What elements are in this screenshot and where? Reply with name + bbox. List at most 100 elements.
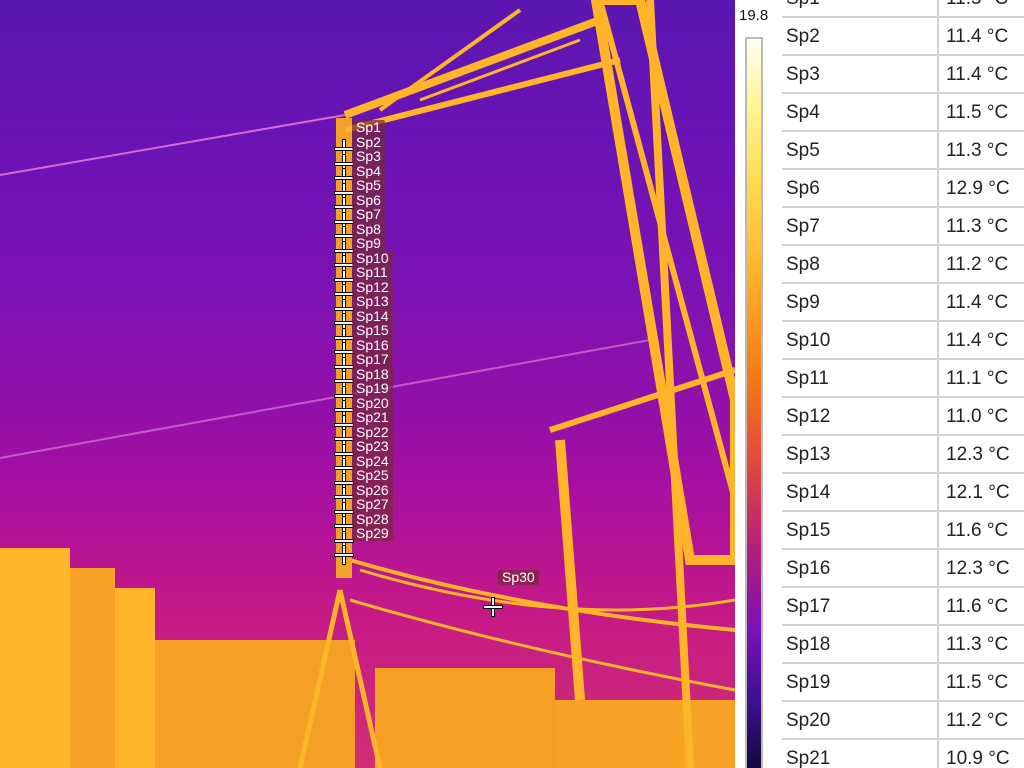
table-row[interactable]: Sp4 11.5 °C bbox=[782, 94, 1024, 132]
spot-temperature: 11.4 °C bbox=[946, 292, 1009, 313]
column-divider bbox=[937, 132, 939, 170]
spot-temperature: 11.4 °C bbox=[946, 26, 1009, 47]
table-row[interactable]: Sp19 11.5 °C bbox=[782, 664, 1024, 702]
spot-name: Sp8 bbox=[786, 254, 820, 275]
table-row[interactable]: Sp11 11.1 °C bbox=[782, 360, 1024, 398]
column-divider bbox=[937, 322, 939, 360]
column-divider bbox=[937, 588, 939, 626]
spot-temperature: 12.3 °C bbox=[946, 444, 1010, 465]
spot-temperature-table[interactable]: Sp1 11.5 °C Sp2 11.4 °C Sp3 11.4 °C Sp4 11.5 °C… bbox=[782, 0, 1024, 768]
table-row[interactable]: Sp12 11.0 °C bbox=[782, 398, 1024, 436]
column-divider bbox=[937, 246, 939, 284]
spot-marker-label[interactable]: Sp5 bbox=[352, 178, 385, 193]
table-row[interactable]: Sp20 11.2 °C bbox=[782, 702, 1024, 740]
column-divider bbox=[937, 170, 939, 208]
table-row[interactable]: Sp7 11.3 °C bbox=[782, 208, 1024, 246]
spot-marker-label[interactable]: Sp19 bbox=[352, 381, 393, 396]
column-divider bbox=[937, 18, 939, 56]
spot-temperature: 11.0 °C bbox=[946, 406, 1009, 427]
spot-name: Sp1 bbox=[786, 0, 820, 10]
spot-marker-label[interactable]: Sp1 bbox=[352, 120, 385, 135]
table-row[interactable]: Sp9 11.4 °C bbox=[782, 284, 1024, 322]
spot-marker-label[interactable]: Sp29 bbox=[352, 526, 393, 541]
table-row[interactable]: Sp16 12.3 °C bbox=[782, 550, 1024, 588]
spot-temperature: 11.4 °C bbox=[946, 330, 1009, 351]
crosshair-icon[interactable] bbox=[335, 546, 353, 564]
spot-temperature: 11.1 °C bbox=[946, 368, 1009, 389]
column-divider bbox=[937, 626, 939, 664]
table-row[interactable]: Sp17 11.6 °C bbox=[782, 588, 1024, 626]
spot-temperature: 11.3 °C bbox=[946, 140, 1009, 161]
column-divider bbox=[937, 360, 939, 398]
spot-name: Sp20 bbox=[786, 710, 831, 731]
spot-temperature: 11.2 °C bbox=[946, 710, 1009, 731]
spot-marker-label[interactable]: Sp17 bbox=[352, 352, 393, 367]
scale-color-bar bbox=[745, 37, 763, 768]
spot-name: Sp7 bbox=[786, 216, 820, 237]
crosshair-icon[interactable] bbox=[484, 598, 502, 616]
spot-marker-label[interactable]: Sp13 bbox=[352, 294, 393, 309]
column-divider bbox=[937, 550, 939, 588]
spot-temperature: 11.5 °C bbox=[946, 672, 1009, 693]
spot-name: Sp4 bbox=[786, 102, 820, 123]
table-row[interactable]: Sp1 11.5 °C bbox=[782, 0, 1024, 18]
spot-temperature: 11.6 °C bbox=[946, 596, 1009, 617]
spot-marker-label[interactable]: Sp25 bbox=[352, 468, 393, 483]
spot-marker-label[interactable]: Sp11 bbox=[352, 265, 392, 280]
scale-max-label: 19.8 bbox=[739, 7, 769, 24]
column-divider bbox=[937, 740, 939, 768]
table-row[interactable]: Sp21 10.9 °C bbox=[782, 740, 1024, 768]
spot-temperature: 11.2 °C bbox=[946, 254, 1009, 275]
spot-marker-label[interactable]: Sp3 bbox=[352, 149, 385, 164]
spot-temperature: 11.4 °C bbox=[946, 64, 1009, 85]
spot-marker-label[interactable]: Sp9 bbox=[352, 236, 385, 251]
spot-marker-label[interactable]: Sp7 bbox=[352, 207, 385, 222]
spot-marker-label[interactable]: Sp30 bbox=[498, 570, 539, 585]
table-row[interactable]: Sp18 11.3 °C bbox=[782, 626, 1024, 664]
spot-name: Sp6 bbox=[786, 178, 820, 199]
spot-name: Sp19 bbox=[786, 672, 831, 693]
spot-marker-label[interactable]: Sp27 bbox=[352, 497, 393, 512]
column-divider bbox=[937, 56, 939, 94]
spot-name: Sp2 bbox=[786, 26, 820, 47]
spot-temperature: 11.6 °C bbox=[946, 520, 1009, 541]
column-divider bbox=[937, 512, 939, 550]
spot-name: Sp3 bbox=[786, 64, 820, 85]
thermal-image[interactable]: Sp1 Sp2 Sp3 Sp4 Sp5 Sp6 Sp7 Sp8 Sp9 Sp10 Sp11 Sp12 S… bbox=[0, 0, 735, 768]
table-row[interactable]: Sp15 11.6 °C bbox=[782, 512, 1024, 550]
spot-name: Sp17 bbox=[786, 596, 831, 617]
column-divider bbox=[937, 94, 939, 132]
spot-name: Sp16 bbox=[786, 558, 831, 579]
spot-name: Sp18 bbox=[786, 634, 831, 655]
spot-name: Sp21 bbox=[786, 748, 831, 768]
spot-marker-label[interactable]: Sp23 bbox=[352, 439, 393, 454]
table-row[interactable]: Sp5 11.3 °C bbox=[782, 132, 1024, 170]
spot-temperature: 11.5 °C bbox=[946, 102, 1009, 123]
spot-name: Sp13 bbox=[786, 444, 831, 465]
spot-name: Sp14 bbox=[786, 482, 831, 503]
table-row[interactable]: Sp14 12.1 °C bbox=[782, 474, 1024, 512]
spot-name: Sp12 bbox=[786, 406, 831, 427]
spot-name: Sp9 bbox=[786, 292, 820, 313]
spot-marker-label[interactable]: Sp21 bbox=[352, 410, 393, 425]
spot-temperature: 12.3 °C bbox=[946, 558, 1010, 579]
spot-name: Sp10 bbox=[786, 330, 831, 351]
spot-temperature: 12.9 °C bbox=[946, 178, 1010, 199]
column-divider bbox=[937, 474, 939, 512]
table-row[interactable]: Sp6 12.9 °C bbox=[782, 170, 1024, 208]
table-row[interactable]: Sp2 11.4 °C bbox=[782, 18, 1024, 56]
spot-name: Sp11 bbox=[786, 368, 829, 389]
spot-marker-label[interactable]: Sp15 bbox=[352, 323, 393, 338]
column-divider bbox=[937, 0, 939, 18]
column-divider bbox=[937, 208, 939, 246]
column-divider bbox=[937, 664, 939, 702]
column-divider bbox=[937, 436, 939, 474]
table-row[interactable]: Sp10 11.4 °C bbox=[782, 322, 1024, 360]
column-divider bbox=[937, 284, 939, 322]
table-row[interactable]: Sp13 12.3 °C bbox=[782, 436, 1024, 474]
spot-temperature: 10.9 °C bbox=[946, 748, 1010, 768]
table-row[interactable]: Sp3 11.4 °C bbox=[782, 56, 1024, 94]
column-divider bbox=[937, 398, 939, 436]
table-row[interactable]: Sp8 11.2 °C bbox=[782, 246, 1024, 284]
spot-name: Sp15 bbox=[786, 520, 831, 541]
